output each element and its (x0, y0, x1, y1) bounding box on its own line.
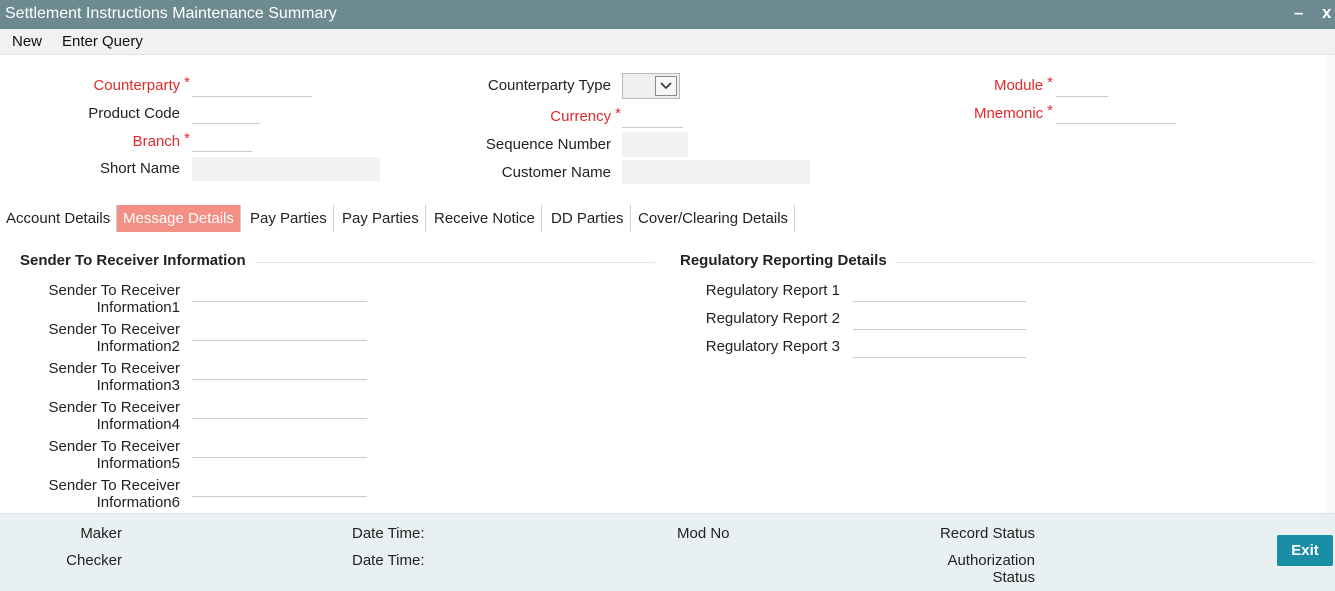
tab-dd-parties[interactable]: DD Parties (545, 205, 631, 232)
regulatory-report-2-label: Regulatory Report 2 (705, 310, 840, 327)
checker-label: Checker (66, 552, 122, 569)
counterparty-label: Counterparty * (93, 74, 190, 94)
sender-info-label-line2: Information1 (96, 299, 180, 316)
branch-label-text: Branch (132, 133, 181, 150)
required-marker: * (1047, 74, 1053, 91)
tab-cover-clearing-details[interactable]: Cover/Clearing Details (632, 205, 796, 232)
required-marker: * (1047, 102, 1053, 119)
menu-new[interactable]: New (12, 33, 42, 50)
branch-input[interactable] (192, 130, 252, 152)
module-label-text: Module (993, 77, 1044, 94)
sender-info-label-line2: Information4 (96, 416, 180, 433)
exit-button[interactable]: Exit (1277, 535, 1333, 566)
sender-info-4-label: Sender To Receiver Information4 (0, 399, 180, 433)
sender-info-1-input[interactable] (192, 280, 367, 302)
regulatory-section-title: Regulatory Reporting Details (680, 252, 887, 269)
short-name-field (192, 157, 380, 181)
mnemonic-input[interactable] (1056, 102, 1176, 124)
regulatory-section-divider (895, 262, 1315, 263)
sender-info-label-line1: Sender To Receiver (48, 321, 180, 338)
audit-footer (0, 513, 1335, 591)
currency-input[interactable] (622, 106, 683, 128)
sender-info-6-label: Sender To Receiver Information6 (0, 477, 180, 511)
regulatory-report-3-label: Regulatory Report 3 (705, 338, 840, 355)
minimize-icon[interactable]: – (1294, 3, 1303, 23)
regulatory-report-1-input[interactable] (853, 280, 1026, 302)
sender-info-label-line1: Sender To Receiver (48, 282, 180, 299)
counterparty-input[interactable] (192, 75, 312, 97)
tab-message-details[interactable]: Message Details (117, 205, 241, 232)
tab-account-details[interactable]: Account Details (0, 205, 118, 232)
menu-enter-query[interactable]: Enter Query (62, 33, 143, 50)
sender-info-label-line1: Sender To Receiver (48, 477, 180, 494)
sender-info-2-input[interactable] (192, 319, 367, 341)
mod-no-label: Mod No (677, 525, 730, 542)
sender-info-label-line1: Sender To Receiver (48, 438, 180, 455)
product-code-label: Product Code (88, 105, 180, 122)
counterparty-type-select[interactable] (622, 73, 680, 99)
counterparty-label-text: Counterparty (93, 77, 181, 94)
mnemonic-label: Mnemonic * (973, 102, 1053, 122)
sequence-number-field (622, 132, 688, 157)
tab-pay-parties-2[interactable]: Pay Parties (336, 205, 426, 232)
regulatory-report-2-input[interactable] (853, 308, 1026, 330)
tab-pay-parties-1[interactable]: Pay Parties (244, 205, 334, 232)
product-code-input[interactable] (192, 102, 260, 124)
module-label: Module * (993, 74, 1053, 94)
currency-label: Currency * (550, 105, 621, 125)
authorization-status-line2: Status (992, 569, 1035, 586)
sender-info-5-label: Sender To Receiver Information5 (0, 438, 180, 472)
menu-bar: New Enter Query (0, 29, 1335, 55)
branch-label: Branch * (132, 130, 190, 150)
sender-info-4-input[interactable] (192, 397, 367, 419)
sender-info-label-line1: Sender To Receiver (48, 360, 180, 377)
window-titlebar: Settlement Instructions Maintenance Summ… (0, 0, 1335, 29)
sender-info-5-input[interactable] (192, 436, 367, 458)
record-status-label: Record Status (939, 525, 1035, 542)
short-name-label: Short Name (99, 160, 180, 177)
vertical-scrollbar[interactable] (1326, 55, 1335, 513)
customer-name-field (622, 160, 810, 184)
tab-receive-notice[interactable]: Receive Notice (428, 205, 542, 232)
sender-info-2-label: Sender To Receiver Information2 (0, 321, 180, 355)
counterparty-type-label: Counterparty Type (487, 77, 611, 94)
tab-bar: Account Details Message Details Pay Part… (0, 205, 1335, 232)
close-icon[interactable]: x (1322, 3, 1331, 23)
customer-name-label: Customer Name (501, 164, 611, 181)
regulatory-report-1-label: Regulatory Report 1 (705, 282, 840, 299)
sender-info-label-line2: Information2 (96, 338, 180, 355)
sender-section-title: Sender To Receiver Information (20, 252, 246, 269)
module-input[interactable] (1056, 75, 1108, 97)
window-title: Settlement Instructions Maintenance Summ… (5, 5, 337, 22)
sender-info-label-line2: Information6 (96, 494, 180, 511)
required-marker: * (615, 105, 621, 122)
regulatory-report-3-input[interactable] (853, 336, 1026, 358)
sender-info-1-label: Sender To Receiver Information1 (0, 282, 180, 316)
required-marker: * (184, 74, 190, 91)
authorization-status-line1: Authorization (947, 552, 1035, 569)
mnemonic-label-text: Mnemonic (973, 105, 1044, 122)
maker-label: Maker (80, 525, 122, 542)
sequence-number-label: Sequence Number (485, 136, 611, 153)
authorization-status-label: Authorization Status (947, 552, 1035, 586)
checker-date-time-label: Date Time: (352, 552, 425, 569)
sender-info-3-label: Sender To Receiver Information3 (0, 360, 180, 394)
chevron-down-icon[interactable] (655, 76, 677, 96)
required-marker: * (184, 130, 190, 147)
maker-date-time-label: Date Time: (352, 525, 425, 542)
sender-info-3-input[interactable] (192, 358, 367, 380)
currency-label-text: Currency (550, 108, 612, 125)
sender-info-label-line1: Sender To Receiver (48, 399, 180, 416)
sender-info-6-input[interactable] (192, 475, 367, 497)
sender-section-divider (255, 262, 655, 263)
sender-info-label-line2: Information3 (96, 377, 180, 394)
sender-info-label-line2: Information5 (96, 455, 180, 472)
